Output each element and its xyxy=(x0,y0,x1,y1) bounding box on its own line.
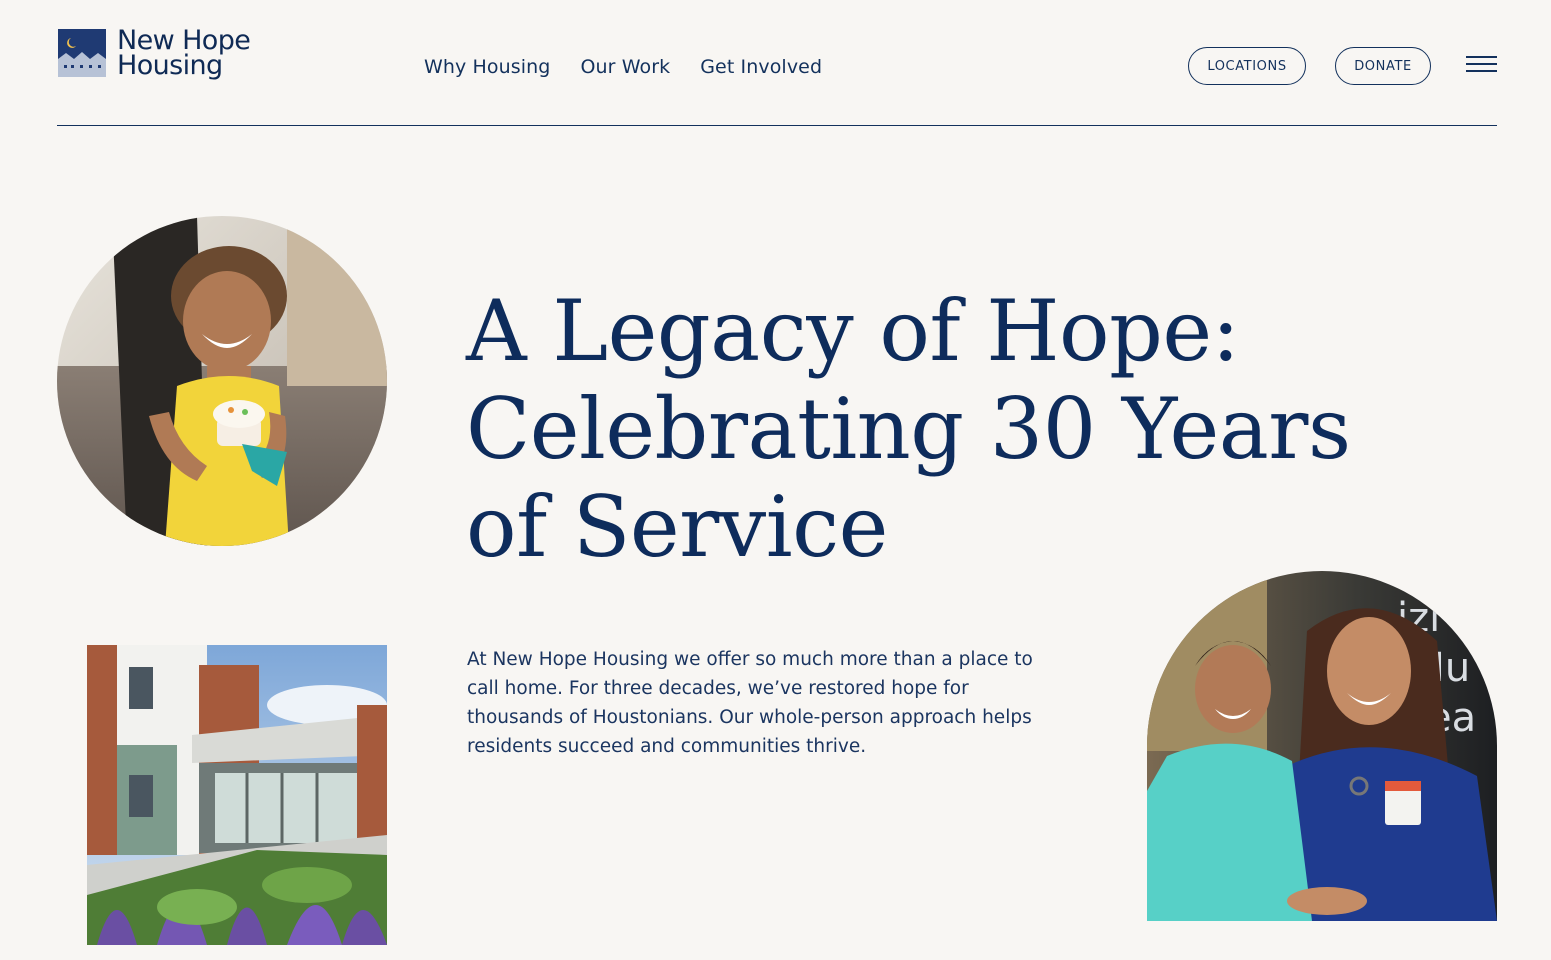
photo-apartment-building xyxy=(87,645,387,945)
donate-button[interactable]: DONATE xyxy=(1335,47,1431,85)
headline-line-1: A Legacy of Hope: xyxy=(466,282,1240,380)
hamburger-menu-icon[interactable] xyxy=(1466,56,1498,74)
logo-wordmark: New Hope Housing xyxy=(117,27,251,81)
menu-bar xyxy=(1466,63,1497,65)
hero-intro-text: At New Hope Housing we offer so much mor… xyxy=(467,649,1033,757)
logo-link[interactable]: New Hope Housing xyxy=(58,27,251,81)
moon-houses-logo-icon xyxy=(58,29,106,77)
logo-line-2: Housing xyxy=(117,50,223,81)
nav-get-involved[interactable]: Get Involved xyxy=(700,56,822,78)
hero-headline: A Legacy of Hope: Celebrating 30 Years o… xyxy=(466,282,1426,576)
menu-bar xyxy=(1466,70,1497,72)
photo-nurse-with-child: izi Nu ea xyxy=(1147,571,1497,921)
main-nav: Why Housing Our Work Get Involved xyxy=(424,56,822,78)
nav-why-housing[interactable]: Why Housing xyxy=(424,56,550,78)
menu-bar xyxy=(1466,56,1497,58)
headline-line-2: Celebrating 30 Years xyxy=(466,380,1351,478)
nav-our-work[interactable]: Our Work xyxy=(580,56,670,78)
header-divider xyxy=(57,125,1497,127)
headline-line-3: of Service xyxy=(466,478,888,576)
photo-girl-with-cupcake xyxy=(57,216,387,546)
page: New Hope Housing Why Housing Our Work Ge… xyxy=(0,0,1551,960)
locations-button[interactable]: LOCATIONS xyxy=(1188,47,1306,85)
